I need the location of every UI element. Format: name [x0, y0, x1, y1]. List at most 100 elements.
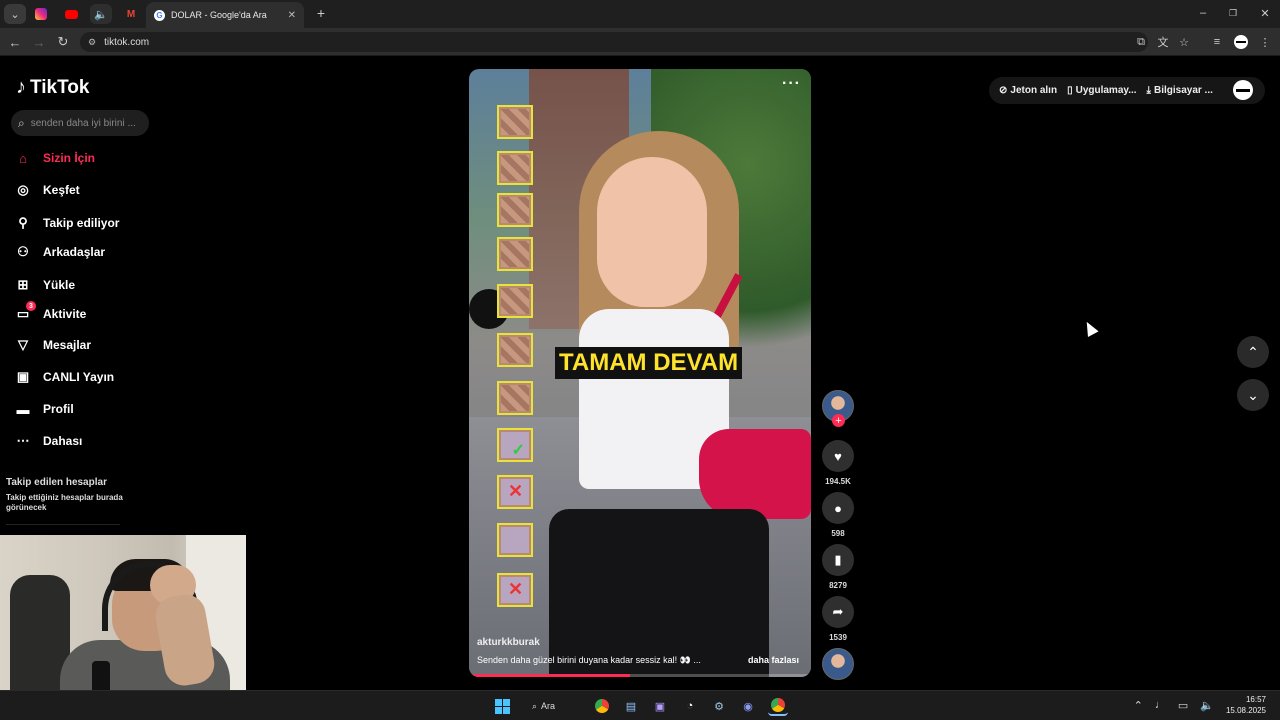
taskbar-search-button[interactable]: ⌕ Ara — [532, 696, 580, 716]
gear-icon: ⚙ — [714, 700, 724, 713]
share-icon: ➦ — [832, 604, 844, 619]
candidate-thumbnail-crossed — [497, 573, 533, 607]
share-button[interactable]: ➦ — [822, 596, 854, 628]
sidebar-item-live[interactable]: ▣ CANLI Yayın — [15, 366, 114, 388]
tiktok-tab[interactable]: 🔈 — [90, 4, 112, 24]
get-app-button[interactable]: ▯ Uygulamay... — [1067, 85, 1136, 96]
close-window-button[interactable]: ✕ — [1254, 4, 1276, 22]
friends-icon: ⚇ — [17, 244, 29, 259]
sidebar-item-label: Mesajlar — [43, 338, 92, 352]
sidebar-item-upload[interactable]: ⊞ Yükle — [15, 274, 75, 296]
sidebar-item-explore[interactable]: ◎ Keşfet — [15, 179, 79, 201]
bookmark-star-icon[interactable]: ☆ — [1176, 34, 1192, 50]
candidate-thumbnail-crossed — [497, 475, 533, 509]
reload-icon[interactable]: ↻ — [54, 33, 72, 51]
comment-button[interactable]: ● — [822, 492, 854, 524]
chrome-icon — [595, 699, 609, 713]
speaker-icon: 🔈 — [94, 8, 108, 21]
youtube-tab[interactable] — [60, 4, 82, 24]
tray-chevron-up-icon[interactable]: ⌃ — [1134, 699, 1143, 712]
settings-taskbar-app[interactable]: ⚙ — [709, 696, 729, 716]
back-arrow-icon[interactable]: ← — [6, 33, 24, 51]
start-button[interactable] — [492, 696, 512, 716]
new-tab-button[interactable]: + — [310, 4, 332, 22]
profile-avatar-icon[interactable] — [1233, 34, 1249, 50]
user-avatar[interactable] — [1233, 80, 1253, 100]
microphone-icon[interactable]: ♩ — [1155, 699, 1166, 711]
download-icon: ⤓ — [1146, 85, 1151, 96]
sidebar-item-label: Dahası — [43, 434, 83, 448]
clock-date: 15.08.2025 — [1225, 706, 1266, 715]
search-icon: ⌕ — [532, 700, 538, 711]
send-icon: ▽ — [18, 337, 28, 352]
video-player[interactable]: TAMAM DEVAM ··· akturkkburak Senden daha… — [469, 69, 811, 677]
browser-menu-icon[interactable]: ⋮ — [1257, 34, 1273, 50]
restore-button[interactable]: ❐ — [1222, 4, 1244, 22]
sidebar-item-friends[interactable]: ⚇ Arkadaşlar — [15, 241, 105, 263]
tab-list-chevron-down-icon[interactable]: ⌄ — [4, 4, 26, 24]
sidebar-item-activity[interactable]: ▭ 3 Aktivite — [15, 301, 86, 325]
video-caption-overlay: TAMAM DEVAM — [555, 347, 743, 379]
sidebar-item-following[interactable]: ⚲ Takip ediliyor — [15, 212, 119, 234]
next-video-button[interactable]: ⌄ — [1237, 379, 1269, 411]
file-explorer-taskbar-app[interactable]: ▤ — [621, 696, 641, 716]
follow-plus-icon[interactable]: + — [832, 414, 845, 427]
sidebar-item-for-you[interactable]: ⌂ Sizin İçin — [15, 147, 95, 169]
heart-icon: ♥ — [834, 448, 842, 464]
gmail-icon: M — [126, 8, 136, 20]
music-disc-avatar[interactable] — [822, 648, 854, 680]
phone-icon: ▯ — [1067, 85, 1073, 96]
coin-icon: ⊘ — [999, 85, 1008, 96]
timer-taskbar-app[interactable]: ◔ — [680, 696, 700, 716]
like-count: 194.5K — [825, 477, 851, 486]
sidebar-item-label: Profil — [43, 402, 74, 416]
tiktok-logo[interactable]: ♪ TikTok — [16, 76, 89, 99]
media-controls-icon[interactable]: ≡ — [1209, 34, 1225, 50]
folder-icon: ▤ — [625, 700, 637, 713]
more-icon: ⋯ — [16, 433, 30, 448]
instagram-tab[interactable] — [30, 4, 52, 24]
video-more-options-icon[interactable]: ··· — [782, 75, 801, 93]
install-app-icon[interactable]: ⧉ — [1133, 34, 1149, 50]
sidebar-item-messages[interactable]: ▽ Mesajlar — [15, 334, 91, 356]
followed-accounts-title: Takip edilen hesaplar — [6, 477, 107, 488]
activity-badge: 3 — [26, 301, 36, 311]
chevron-down-icon: ⌄ — [1247, 386, 1259, 403]
url-input[interactable]: ⚙ tiktok.com — [80, 32, 1148, 52]
video-progress-bar[interactable] — [469, 674, 811, 677]
save-button[interactable]: ▮ — [822, 544, 854, 576]
follow-icon: ⚲ — [18, 215, 28, 230]
translate-icon[interactable]: 文 — [1155, 34, 1171, 50]
url-text: tiktok.com — [104, 36, 150, 48]
sidebar-item-profile[interactable]: ▬ Profil — [15, 398, 74, 420]
video-author[interactable]: akturkkburak — [477, 637, 540, 648]
like-button[interactable]: ♥ — [822, 440, 854, 472]
gmail-tab[interactable]: M — [120, 4, 142, 24]
tab-close-icon[interactable]: ✕ — [288, 10, 296, 21]
previous-video-button[interactable]: ⌃ — [1237, 336, 1269, 368]
sidebar-item-label: Arkadaşlar — [43, 245, 106, 259]
search-icon: ⌕ — [18, 115, 25, 130]
get-coins-button[interactable]: ⊘ Jeton alın — [999, 85, 1057, 96]
volume-icon[interactable]: 🔈 — [1200, 699, 1214, 712]
sidebar-divider — [6, 524, 120, 525]
tab-google-search[interactable]: G DOLAR - Google'da Ara ✕ — [146, 2, 304, 28]
site-info-icon[interactable]: ⚙ — [88, 37, 96, 48]
chrome-icon — [771, 698, 785, 712]
discord-taskbar-app[interactable]: ◉ — [738, 696, 758, 716]
chrome-taskbar-app[interactable] — [592, 696, 612, 716]
minimize-button[interactable]: – — [1192, 4, 1214, 22]
tiktok-note-icon: ♪ — [16, 76, 26, 98]
forward-arrow-icon[interactable]: → — [30, 33, 48, 51]
sidebar-item-more[interactable]: ⋯ Dahası — [15, 430, 83, 452]
windows-icon — [494, 698, 510, 714]
video-more-link[interactable]: daha fazlası — [748, 655, 799, 665]
notes-taskbar-app[interactable]: ▣ — [650, 696, 670, 716]
candidate-thumbnail-checked — [497, 428, 533, 462]
chrome-active-taskbar-app[interactable] — [768, 696, 788, 716]
display-icon[interactable]: ▭ — [1178, 699, 1188, 712]
search-input[interactable]: ⌕ senden daha iyi birini ... — [11, 110, 149, 136]
desktop-app-button[interactable]: ⤓ Bilgisayar ... — [1147, 85, 1213, 96]
candidate-thumbnail — [497, 151, 533, 185]
clock[interactable]: 16:57 15.08.2025 — [1226, 694, 1266, 716]
